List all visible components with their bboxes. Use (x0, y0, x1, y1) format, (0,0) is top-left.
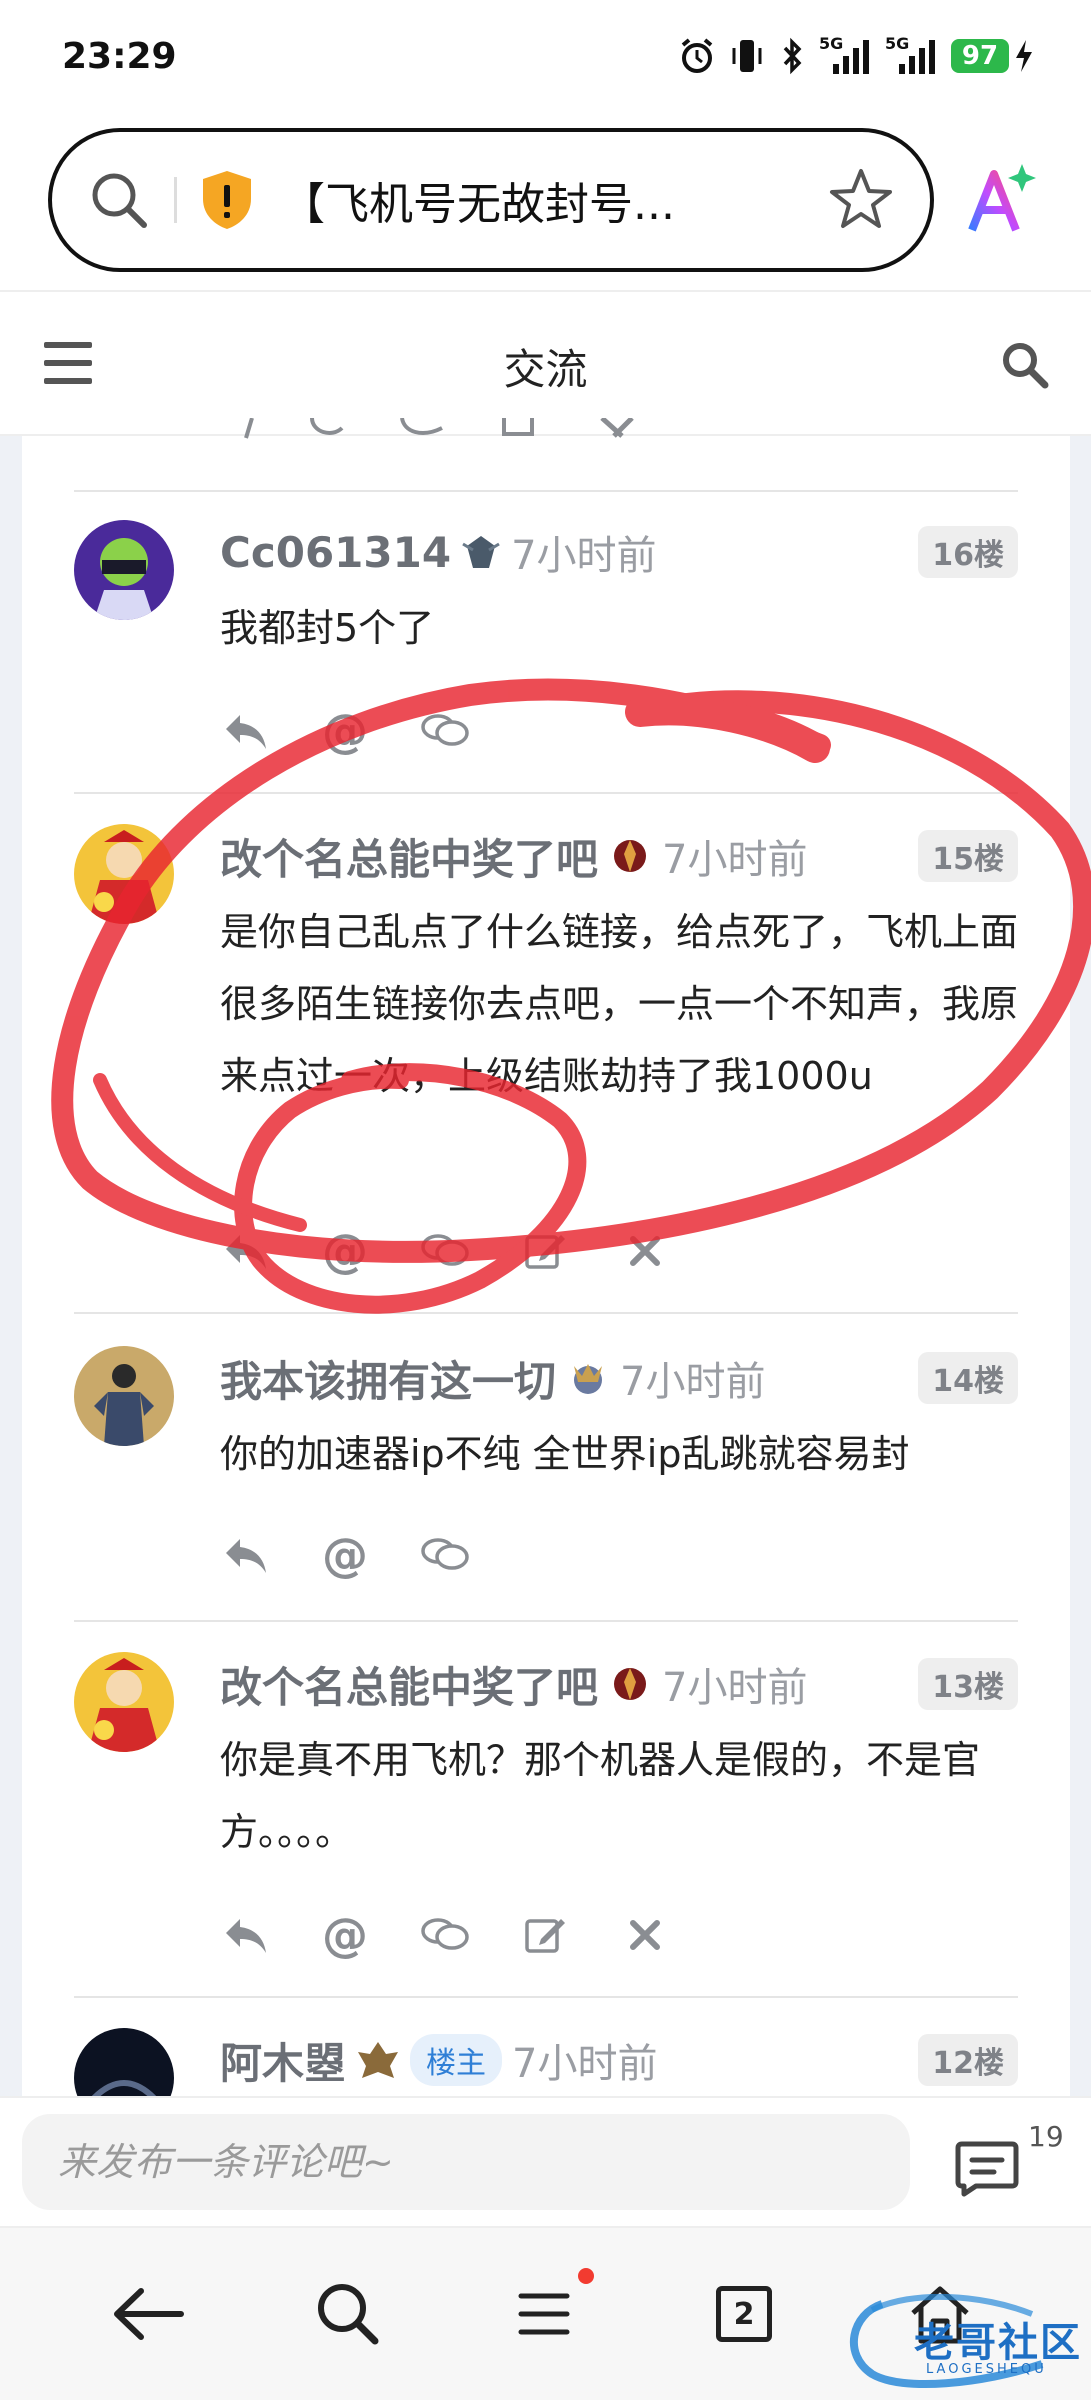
comment-bar: 19 (0, 2096, 1091, 2226)
comment-actions: @ (220, 1226, 670, 1276)
avatar[interactable] (74, 1346, 174, 1446)
timestamp: 7小时前 (662, 1665, 808, 1711)
delete-icon[interactable] (620, 1226, 670, 1276)
mention-icon[interactable]: @ (320, 1910, 370, 1960)
comment-header: 改个名总能中奖了吧 7小时前 (220, 828, 807, 884)
comment-item: 改个名总能中奖了吧 7小时前 15楼 是你自己乱点了什么链接，给点死了，飞机上面… (74, 824, 1019, 1276)
edit-icon[interactable] (520, 1910, 570, 1960)
reply-icon[interactable] (220, 706, 270, 756)
separator (74, 792, 1018, 794)
comment-body: 你是真不用飞机？那个机器人是假的，不是官方。。。。 (220, 1738, 981, 1854)
op-badge: 楼主 (410, 2034, 503, 2086)
timestamp: 7小时前 (620, 1359, 766, 1405)
comment-icon[interactable] (420, 1226, 470, 1276)
mention-icon[interactable]: @ (320, 1530, 370, 1580)
comments-icon[interactable] (954, 2140, 1020, 2198)
separator (74, 1620, 1018, 1622)
mention-icon[interactable]: @ (320, 1226, 370, 1276)
avatar-image (74, 824, 174, 924)
avatar[interactable] (74, 520, 174, 620)
menu-button[interactable] (504, 2274, 584, 2354)
comments-container: Cc061314 7小时前 16楼 我都封5个了 @ 改个名总能中奖了吧 7小时… (22, 0, 1070, 2096)
timestamp: 7小时前 (512, 2041, 658, 2087)
page: 23:29 5G 5G 97 【飞机号无故封号... 交流 Cc061314 7… (0, 0, 1091, 2400)
watermark-subtext: LAOGESHEQU (926, 2362, 1047, 2377)
comment-actions: @ (220, 1530, 470, 1580)
comment-header: 我本该拥有这一切 7小时前 (220, 1350, 765, 1406)
avatar[interactable] (74, 2028, 174, 2096)
avatar-image (74, 1652, 174, 1752)
comment-item: 我本该拥有这一切 7小时前 14楼 你的加速器ip不纯 全世界ip乱跳就容易封 … (74, 1346, 1018, 1596)
floor-number: 15楼 (918, 830, 1018, 882)
watermark-text: 老哥社区 (914, 2320, 1082, 2366)
tabs-button[interactable]: 2 (704, 2274, 784, 2354)
rank-badge-icon (462, 536, 500, 568)
edit-icon[interactable] (520, 1226, 570, 1276)
comment-body: 我都封5个了 (220, 606, 435, 650)
username[interactable]: 改个名总能中奖了吧 (220, 826, 598, 887)
bottom-nav: 2 老哥社区 LAOGESHEQU (0, 2226, 1091, 2400)
rank-badge-icon (574, 1364, 603, 1394)
comment-item: Cc061314 7小时前 16楼 我都封5个了 @ (74, 520, 1018, 770)
search-icon (318, 2284, 379, 2345)
comment-body: 是你自己乱点了什么链接，给点死了，飞机上面很多陌生链接你去点吧，一点一个不知声，… (220, 910, 1019, 1098)
tab-count: 2 (733, 2296, 755, 2332)
rank-badge-icon (614, 1668, 647, 1700)
floor-number: 13楼 (918, 1658, 1018, 1710)
avatar[interactable] (74, 824, 174, 924)
comment-item: 阿木曌 楼主 7小时前 12楼 (74, 2028, 1018, 2096)
comment-icon[interactable] (420, 706, 470, 756)
reply-icon[interactable] (220, 1530, 270, 1580)
comment-actions: @ (220, 706, 470, 756)
timestamp: 7小时前 (662, 837, 808, 883)
back-icon (114, 2288, 184, 2340)
back-button[interactable] (108, 2274, 188, 2354)
separator (74, 1312, 1018, 1314)
comment-icon[interactable] (420, 1530, 470, 1580)
comment-count: 19 (1028, 2120, 1064, 2153)
delete-icon[interactable] (620, 1910, 670, 1960)
reply-icon[interactable] (220, 1910, 270, 1960)
avatar-image (74, 2028, 174, 2096)
comment-icon[interactable] (420, 1910, 470, 1960)
separator (74, 1996, 1018, 1998)
floor-number: 12楼 (918, 2034, 1018, 2086)
username[interactable]: 阿木曌 (220, 2030, 346, 2091)
timestamp: 7小时前 (511, 533, 657, 579)
watermark-logo: 老哥社区 LAOGESHEQU (842, 2284, 1082, 2398)
floor-number: 14楼 (918, 1352, 1018, 1404)
comment-body: 你的加速器ip不纯 全世界ip乱跳就容易封 (220, 1432, 910, 1476)
username[interactable]: Cc061314 (220, 528, 451, 577)
username[interactable]: 改个名总能中奖了吧 (220, 1654, 598, 1715)
previous-comment-actions (244, 418, 634, 439)
menu-icon (518, 2293, 570, 2335)
separator (74, 490, 1018, 492)
notification-dot (578, 2268, 594, 2284)
comment-header: 改个名总能中奖了吧 7小时前 (220, 1656, 807, 1712)
avatar-image (74, 520, 174, 620)
avatar[interactable] (74, 1652, 174, 1752)
rank-badge-icon (358, 2042, 399, 2078)
search-button[interactable] (308, 2274, 388, 2354)
reply-icon[interactable] (220, 1226, 270, 1276)
comment-header: 阿木曌 楼主 7小时前 (220, 2032, 657, 2088)
comment-item: 改个名总能中奖了吧 7小时前 13楼 你是真不用飞机？那个机器人是假的，不是官方… (74, 1652, 1018, 1962)
floor-number: 16楼 (918, 526, 1018, 578)
rank-badge-icon (614, 840, 647, 872)
mention-icon[interactable]: @ (320, 706, 370, 756)
comment-input[interactable] (22, 2114, 910, 2210)
comment-actions: @ (220, 1910, 670, 1960)
avatar-image (74, 1346, 174, 1446)
comment-header: Cc061314 7小时前 (220, 524, 657, 580)
tabs-icon: 2 (716, 2286, 772, 2342)
username[interactable]: 我本该拥有这一切 (220, 1348, 556, 1409)
